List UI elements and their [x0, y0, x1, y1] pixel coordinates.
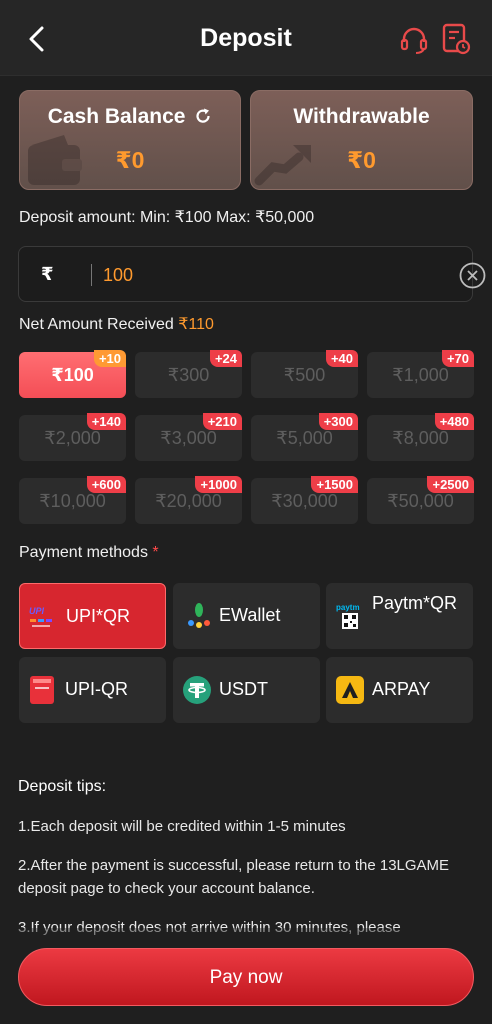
payment-method-label: ARPAY: [372, 679, 431, 699]
cash-balance-label: Cash Balance: [47, 105, 186, 128]
bonus-badge: +10: [93, 350, 126, 367]
ewallet-icon: [188, 603, 210, 628]
deposit-tip: 2.After the payment is successful, pleas…: [18, 857, 450, 897]
amount-option-300[interactable]: ₹300 +24: [135, 350, 242, 398]
amount-option-value: ₹2,000: [44, 428, 101, 448]
required-mark: *: [152, 544, 159, 561]
amount-option-8000[interactable]: ₹8,000 +480: [367, 413, 474, 461]
amount-field[interactable]: ₹: [18, 246, 486, 302]
withdrawable-label: Withdrawable: [293, 105, 430, 128]
amount-option-10000[interactable]: ₹10,000 +600: [19, 476, 126, 524]
amount-option-30000[interactable]: ₹30,000 +1500: [251, 476, 358, 524]
amount-option-value: ₹500: [283, 365, 326, 385]
bonus-badge: +600: [86, 476, 126, 493]
amount-option-100[interactable]: ₹100 +10: [19, 350, 126, 398]
amount-input[interactable]: [103, 259, 423, 291]
net-amount-row: Net Amount Received ₹110: [19, 314, 214, 334]
amount-option-value: ₹100: [51, 365, 94, 385]
bonus-badge: +210: [202, 413, 242, 430]
amount-option-500[interactable]: ₹500 +40: [251, 350, 358, 398]
amount-option-value: ₹1,000: [392, 365, 449, 385]
bonus-badge: +300: [318, 413, 358, 430]
refresh-icon[interactable]: [194, 107, 212, 125]
clear-icon[interactable]: [459, 262, 486, 289]
bonus-badge: +2500: [427, 476, 474, 493]
amount-option-1000[interactable]: ₹1,000 +70: [367, 350, 474, 398]
upi-logo-icon: UPI: [29, 606, 52, 627]
currency-symbol: ₹: [41, 264, 54, 284]
payment-method-arpay[interactable]: ARPAY: [326, 657, 473, 723]
amount-option-value: ₹5,000: [276, 428, 333, 448]
payment-method-label: USDT: [219, 679, 268, 699]
amount-option-3000[interactable]: ₹3,000 +210: [135, 413, 242, 461]
bonus-badge: +40: [325, 350, 358, 367]
amount-option-5000[interactable]: ₹5,000 +300: [251, 413, 358, 461]
payment-method-ewallet[interactable]: EWallet: [173, 583, 320, 649]
payment-method-upi-star-qr[interactable]: UPI UPI*QR: [19, 583, 166, 649]
deposit-tip: 1.Each deposit will be credited within 1…: [18, 818, 346, 835]
net-amount-value: ₹110: [178, 316, 214, 333]
bonus-badge: +1000: [195, 476, 242, 493]
amount-option-value: ₹8,000: [392, 428, 449, 448]
payment-method-usdt[interactable]: USDT: [173, 657, 320, 723]
cash-balance-card: Cash Balance ₹0: [19, 90, 241, 190]
withdrawable-card: Withdrawable ₹0: [250, 90, 473, 190]
upi-qr-icon: [30, 676, 54, 704]
amount-option-value: ₹50,000: [387, 491, 454, 511]
tether-icon: [183, 676, 211, 704]
payment-method-upi-qr[interactable]: UPI-QR: [19, 657, 166, 723]
amount-option-value: ₹3,000: [160, 428, 217, 448]
withdrawable-value: ₹0: [347, 147, 376, 173]
bonus-badge: +140: [86, 413, 126, 430]
payment-method-paytm-qr[interactable]: paytm Paytm*QR: [326, 583, 473, 649]
bonus-badge: +1500: [311, 476, 358, 493]
deposit-tips-title: Deposit tips:: [18, 778, 107, 795]
bonus-badge: +24: [209, 350, 242, 367]
amount-option-value: ₹30,000: [271, 491, 338, 511]
payment-method-label: UPI*QR: [66, 606, 131, 626]
amount-option-50000[interactable]: ₹50,000 +2500: [367, 476, 474, 524]
headset-icon[interactable]: [398, 24, 430, 56]
arpay-icon: [336, 676, 364, 704]
bonus-badge: +480: [434, 413, 474, 430]
cash-balance-value: ₹0: [115, 147, 145, 173]
payment-methods-title: Payment methods: [19, 544, 148, 561]
amount-option-value: ₹10,000: [39, 491, 106, 511]
amount-option-value: ₹20,000: [155, 491, 222, 511]
payment-methods-heading: Payment methods *: [19, 544, 159, 562]
top-bar: Deposit: [0, 0, 492, 76]
amount-option-value: ₹300: [167, 365, 210, 385]
payment-method-label: UPI-QR: [65, 679, 128, 699]
deposit-record-icon[interactable]: [440, 22, 472, 56]
divider: [91, 264, 92, 286]
payment-method-label: EWallet: [219, 605, 281, 625]
net-amount-label: Net Amount Received: [19, 316, 174, 333]
svg-text:paytm: paytm: [336, 603, 360, 612]
amount-option-2000[interactable]: ₹2,000 +140: [19, 413, 126, 461]
pay-now-button[interactable]: Pay now: [18, 948, 474, 1006]
deposit-limits-text: Deposit amount: Min: ₹100 Max: ₹50,000: [19, 209, 315, 226]
amount-option-20000[interactable]: ₹20,000 +1000: [135, 476, 242, 524]
svg-text:UPI: UPI: [29, 606, 45, 616]
payment-method-label: Paytm*QR: [372, 593, 458, 613]
bonus-badge: +70: [441, 350, 474, 367]
paytm-qr-icon: paytm: [336, 603, 360, 629]
